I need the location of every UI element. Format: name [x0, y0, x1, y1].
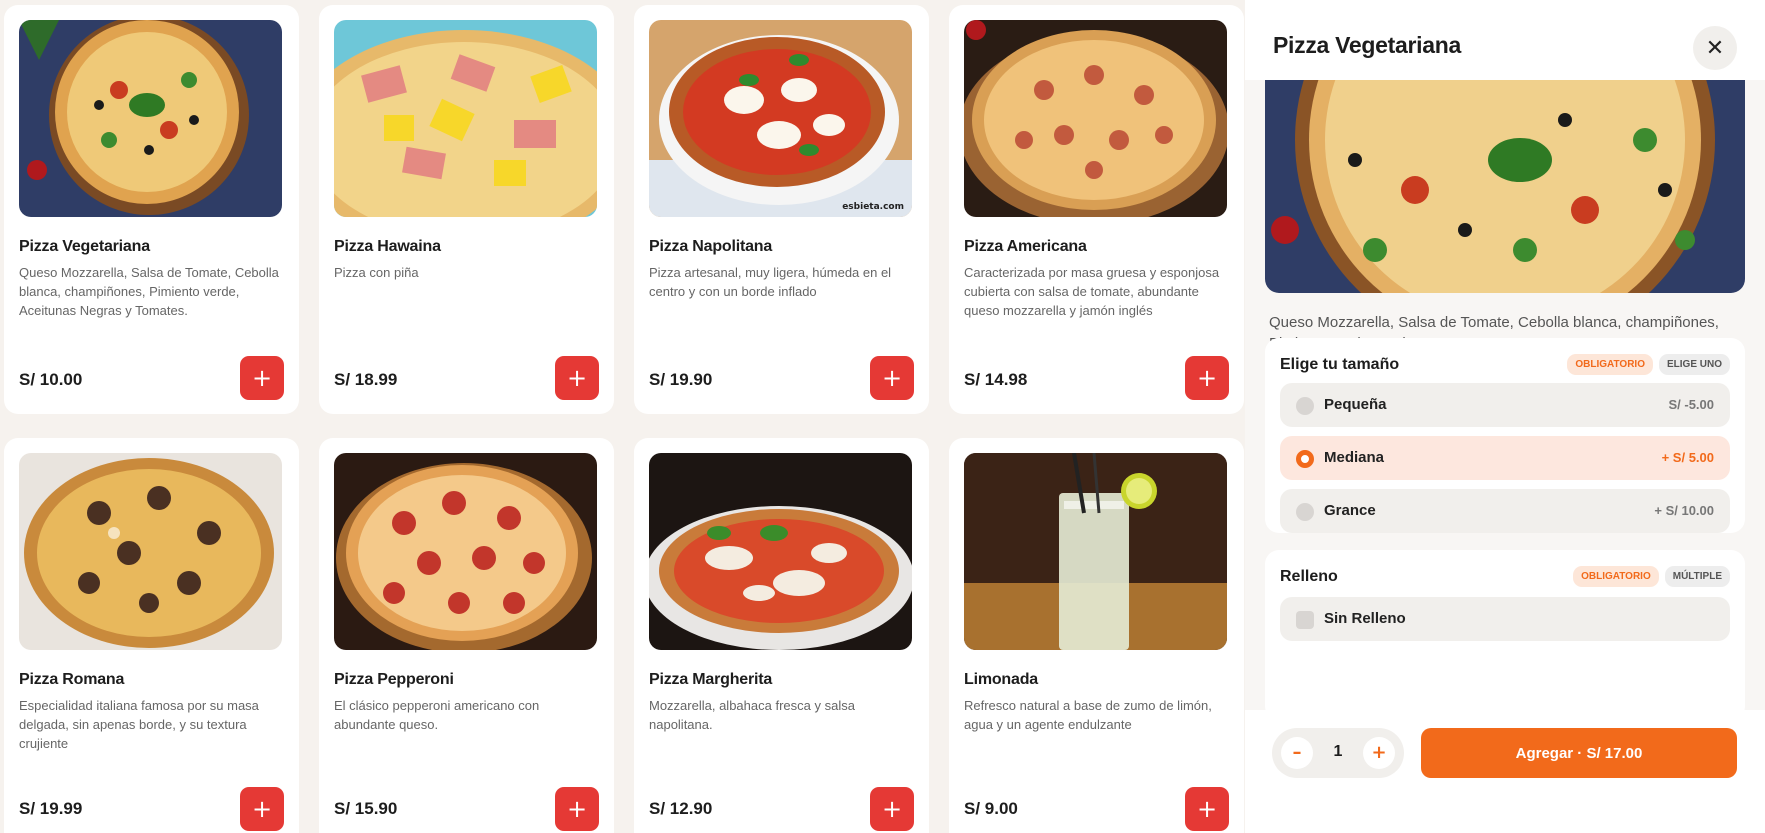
required-badge: OBLIGATORIO — [1573, 566, 1659, 587]
product-card[interactable]: Pizza Romana Especialidad italiana famos… — [4, 438, 299, 833]
add-to-cart-button[interactable]: + — [555, 787, 599, 831]
product-description: Refresco natural a base de zumo de limón… — [964, 698, 1212, 732]
option-price: + S/ 5.00 — [1661, 450, 1714, 465]
add-to-cart-button[interactable]: + — [240, 356, 284, 400]
product-card[interactable]: Pizza Vegetariana Queso Mozzarella, Sals… — [4, 5, 299, 414]
vegetarian-pizza-image — [19, 20, 282, 217]
add-to-cart-button[interactable]: + — [555, 356, 599, 400]
product-name: Pizza Hawaina — [334, 238, 441, 255]
hawaiian-pizza-image — [334, 20, 597, 217]
product-name: Limonada — [964, 671, 1038, 688]
option-label: Sin Relleno — [1324, 610, 1406, 627]
option-label: Pequeña — [1324, 396, 1387, 413]
panel-scroll-area[interactable]: Queso Mozzarella, Salsa de Tomate, Cebol… — [1245, 80, 1765, 710]
product-name: Pizza Americana — [964, 238, 1087, 255]
required-badge: OBLIGATORIO — [1567, 354, 1653, 375]
multiple-badge: MÚLTIPLE — [1664, 566, 1730, 587]
add-to-cart-button[interactable]: + — [870, 787, 914, 831]
size-option-pequena[interactable]: Pequeña S/ -5.00 — [1280, 383, 1730, 427]
group-title: Elige tu tamaño — [1280, 356, 1400, 373]
watermark-text: esbieta.com — [842, 202, 904, 212]
product-price: S/ 19.99 — [19, 799, 83, 818]
product-description: Pizza con piña — [334, 265, 419, 280]
product-card[interactable]: Pizza Pepperoni El clásico pepperoni ame… — [319, 438, 614, 833]
add-to-cart-button[interactable]: + — [870, 356, 914, 400]
radio-button[interactable] — [1296, 397, 1314, 415]
product-price: S/ 19.90 — [649, 370, 713, 389]
panel-footer: – 1 + Agregar · S/ 17.00 — [1245, 710, 1765, 833]
add-to-cart-button[interactable]: + — [1185, 356, 1229, 400]
choose-one-badge: ELIGE UNO — [1658, 354, 1730, 375]
increase-quantity-button[interactable]: + — [1363, 737, 1395, 769]
lemonade-image — [964, 453, 1227, 650]
option-label: Mediana — [1324, 449, 1385, 466]
product-description: Pizza artesanal, muy ligera, húmeda en e… — [649, 265, 892, 299]
vegetarian-pizza-hero-image — [1265, 80, 1745, 293]
product-name: Pizza Pepperoni — [334, 671, 454, 688]
quantity-stepper: – 1 + — [1272, 728, 1404, 778]
product-price: S/ 12.90 — [649, 799, 713, 818]
checkbox[interactable] — [1296, 611, 1314, 629]
product-description: Queso Mozzarella, Salsa de Tomate, Cebol… — [19, 265, 279, 318]
product-detail-panel: Pizza Vegetariana ✕ Queso Mozzarella, Sa… — [1245, 0, 1765, 833]
size-option-group: Elige tu tamaño OBLIGATORIO ELIGE UNO Pe… — [1265, 338, 1745, 533]
pepperoni-pizza-image — [334, 453, 597, 650]
product-price: S/ 18.99 — [334, 370, 398, 389]
product-card[interactable]: Pizza Americana Caracterizada por masa g… — [949, 5, 1244, 414]
option-price: + S/ 10.00 — [1654, 503, 1714, 518]
filling-option-sin-relleno[interactable]: Sin Relleno — [1280, 597, 1730, 641]
product-card[interactable]: Limonada Refresco natural a base de zumo… — [949, 438, 1244, 833]
margherita-pizza-image — [649, 453, 912, 650]
option-price: S/ -5.00 — [1668, 397, 1714, 412]
product-grid: Pizza Vegetariana Queso Mozzarella, Sals… — [0, 0, 1245, 833]
product-name: Pizza Vegetariana — [19, 238, 150, 255]
product-price: S/ 15.90 — [334, 799, 398, 818]
product-price: S/ 10.00 — [19, 370, 83, 389]
product-card[interactable]: Pizza Hawaina Pizza con piña S/ 18.99 + — [319, 5, 614, 414]
option-label: Grance — [1324, 502, 1376, 519]
product-name: Pizza Romana — [19, 671, 125, 688]
product-description: Mozzarella, albahaca fresca y salsa napo… — [649, 698, 855, 732]
add-to-cart-button[interactable]: + — [240, 787, 284, 831]
radio-button-selected[interactable] — [1296, 450, 1314, 468]
radio-button[interactable] — [1296, 503, 1314, 521]
product-description: Caracterizada por masa gruesa y esponjos… — [964, 265, 1220, 318]
product-name: Pizza Margherita — [649, 671, 773, 688]
size-option-mediana[interactable]: Mediana + S/ 5.00 — [1280, 436, 1730, 480]
group-title: Relleno — [1280, 568, 1338, 585]
size-option-grance[interactable]: Grance + S/ 10.00 — [1280, 489, 1730, 533]
filling-option-group: Relleno OBLIGATORIO MÚLTIPLE Sin Relleno — [1265, 550, 1745, 710]
product-description: Especialidad italiana famosa por su masa… — [19, 698, 259, 751]
panel-title: Pizza Vegetariana — [1273, 32, 1461, 58]
romana-pizza-image — [19, 453, 282, 650]
product-price: S/ 14.98 — [964, 370, 1028, 389]
close-icon[interactable]: ✕ — [1693, 26, 1737, 70]
product-description: El clásico pepperoni americano con abund… — [334, 698, 540, 732]
american-pizza-image — [964, 20, 1227, 217]
napolitana-pizza-image: esbieta.com — [649, 20, 912, 217]
product-price: S/ 9.00 — [964, 799, 1018, 818]
product-card[interactable]: esbieta.com Pizza Napolitana Pizza artes… — [634, 5, 929, 414]
add-to-order-button[interactable]: Agregar · S/ 17.00 — [1421, 728, 1737, 778]
product-card[interactable]: Pizza Margherita Mozzarella, albahaca fr… — [634, 438, 929, 833]
product-name: Pizza Napolitana — [649, 238, 773, 255]
add-to-cart-button[interactable]: + — [1185, 787, 1229, 831]
